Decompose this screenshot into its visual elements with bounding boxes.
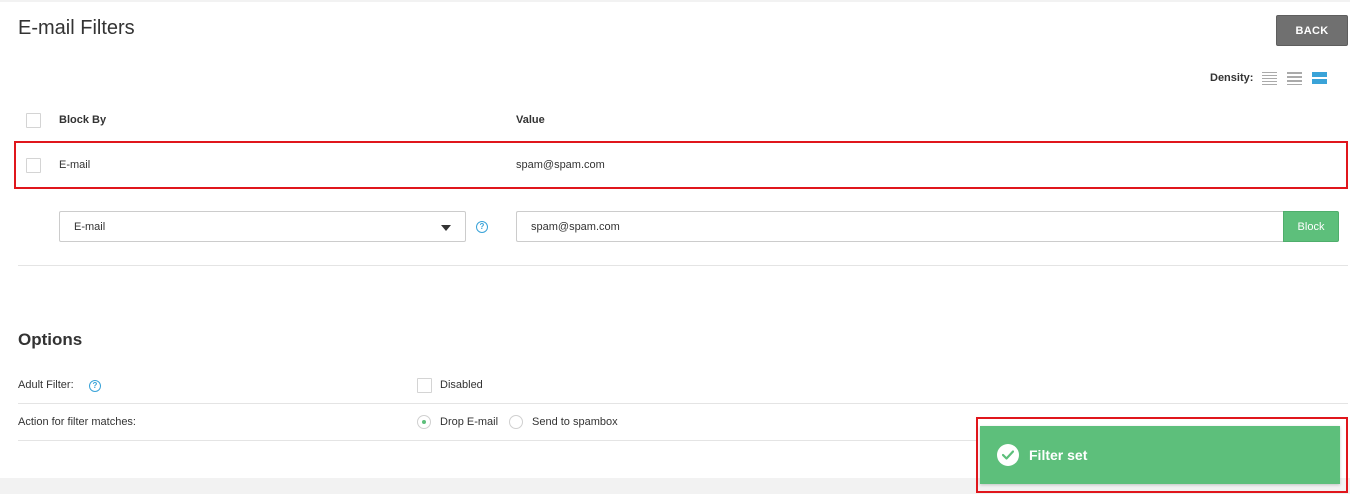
row-value: spam@spam.com xyxy=(516,159,605,171)
drop-email-radio-label: Drop E-mail xyxy=(440,416,499,428)
block-by-select-value: E-mail xyxy=(74,221,106,233)
adult-filter-checkbox-label: Disabled xyxy=(440,379,483,391)
send-to-spambox-radio[interactable] xyxy=(509,415,523,429)
action-label: Action for filter matches: xyxy=(18,416,136,428)
column-header-block-by[interactable]: Block By xyxy=(59,114,106,126)
block-by-select[interactable]: E-mail xyxy=(59,211,466,242)
block-button[interactable]: Block xyxy=(1283,211,1339,242)
adult-filter-label: Adult Filter: xyxy=(18,379,74,391)
filter-value-input[interactable] xyxy=(516,211,1284,242)
success-toast[interactable]: Filter set xyxy=(980,426,1340,484)
highlight-box-filter-row xyxy=(14,141,1348,189)
row-checkbox[interactable] xyxy=(26,158,41,173)
help-icon[interactable]: ? xyxy=(476,221,488,233)
density-selector: Density: xyxy=(1210,71,1337,85)
density-label: Density: xyxy=(1210,71,1254,84)
send-to-spambox-radio-label: Send to spambox xyxy=(532,416,618,428)
adult-filter-help-icon[interactable]: ? xyxy=(89,380,101,392)
options-section-title: Options xyxy=(18,330,83,349)
caret-down-icon xyxy=(441,225,451,231)
check-circle-icon xyxy=(997,444,1019,466)
select-all-checkbox[interactable] xyxy=(26,113,41,128)
divider xyxy=(18,265,1348,266)
compact-density-icon[interactable] xyxy=(1262,71,1278,85)
row-block-by: E-mail xyxy=(59,159,91,171)
page-title: E-mail Filters xyxy=(18,17,135,39)
toast-message: Filter set xyxy=(1029,447,1088,463)
back-button[interactable]: BACK xyxy=(1276,15,1348,46)
normal-density-icon[interactable] xyxy=(1287,71,1303,85)
adult-filter-checkbox[interactable] xyxy=(417,378,432,393)
drop-email-radio[interactable] xyxy=(417,415,431,429)
column-header-value[interactable]: Value xyxy=(516,114,545,126)
divider xyxy=(18,403,1348,404)
divider xyxy=(18,440,978,441)
comfortable-density-icon[interactable] xyxy=(1312,71,1328,84)
